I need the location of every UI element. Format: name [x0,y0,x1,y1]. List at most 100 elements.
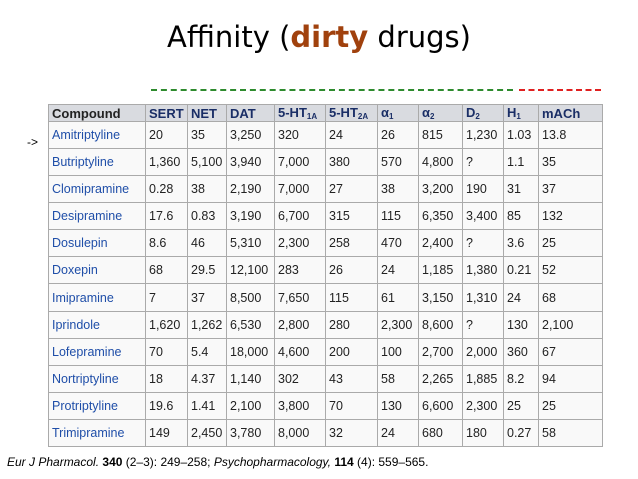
affinity-value: ? [462,148,504,177]
affinity-value: 200 [325,337,378,366]
affinity-value: 1,140 [226,364,275,393]
affinity-value: 4,600 [274,337,326,366]
affinity-value: 4.37 [187,364,227,393]
header-cell: mACh [538,104,603,122]
compound-link[interactable]: Lofepramine [48,337,146,366]
compound-link[interactable]: Desipramine [48,202,146,231]
affinity-value: 0.27 [503,418,539,448]
affinity-value: 7,000 [274,175,326,204]
affinity-value: 470 [377,229,419,258]
header-label: NET [191,105,217,121]
affinity-value: 1,310 [462,283,504,312]
journal-1: Eur J Pharmacol. [7,455,100,469]
volume-2: 114 [334,455,354,469]
compound-link[interactable]: Clomipramine [48,175,146,204]
affinity-value: 26 [325,256,378,285]
header-cell: DAT [226,104,275,122]
affinity-table: Compound SERT NET DAT 5-HT1A 5-HT2A α1 α2 D2 H1 mA… [48,104,603,448]
affinity-value: 6,700 [274,202,326,231]
header-label: Compound [52,105,121,121]
affinity-value: 67 [538,337,603,366]
green-dashed-marker [151,89,513,91]
affinity-value: ? [462,229,504,258]
table-row: Clomipramine 0.28 38 2,190 7,000 27 38 3,200 190… [48,175,603,204]
affinity-value: 6,600 [418,391,463,420]
affinity-value: 2,190 [226,175,275,204]
affinity-value: 24 [325,120,378,150]
table-row: Desipramine 17.6 0.83 3,190 6,700 315 115 6,350… [48,202,603,231]
affinity-value: 280 [325,310,378,339]
affinity-value: 320 [274,120,326,150]
affinity-value: 68 [538,283,603,312]
compound-link[interactable]: Dosulepin [48,229,146,258]
header-subscript: 1 [516,112,521,121]
compound-link[interactable]: Protriptyline [48,391,146,420]
header-cell: α2 [418,104,463,122]
table-header: Compound SERT NET DAT 5-HT1A 5-HT2A α1 α2 D2 H1 mA… [48,104,603,122]
affinity-value: 6,530 [226,310,275,339]
affinity-value: 149 [145,418,188,448]
affinity-value: 37 [538,175,603,204]
affinity-value: 0.83 [187,202,227,231]
affinity-value: 3.6 [503,229,539,258]
header-label: D [466,105,476,121]
row-arrow-pointer: -> [27,135,39,149]
affinity-value: 38 [377,175,419,204]
compound-link[interactable]: Butriptyline [48,148,146,177]
affinity-value: 24 [377,256,419,285]
affinity-value: 1.1 [503,148,539,177]
pages-2: (4): 559–565. [353,455,429,469]
header-cell: D2 [462,104,504,122]
affinity-value: 58 [377,364,419,393]
affinity-value: 2,100 [226,391,275,420]
compound-link[interactable]: Doxepin [48,256,146,285]
table-row: Protriptyline 19.6 1.41 2,100 3,800 70 130 6,60… [48,391,603,420]
affinity-value: 25 [538,229,603,258]
affinity-value: 32 [325,418,378,448]
affinity-value: 68 [145,256,188,285]
table-body: Amitriptyline 20 35 3,250 320 24 26 815 1,230 1.0… [48,120,603,448]
table-row: Butriptyline 1,360 5,100 3,940 7,000 380 570 4,… [48,148,603,177]
affinity-value: 2,400 [418,229,463,258]
affinity-value: 115 [377,202,419,231]
slide-title: Affinity (dirty drugs) [0,20,638,54]
header-cell: SERT [145,104,188,122]
affinity-value: 70 [325,391,378,420]
table-row: Lofepramine 70 5.4 18,000 4,600 200 100 2,700 2,… [48,337,603,366]
compound-link[interactable]: Nortriptyline [48,364,146,393]
header-label: 5-HT [329,105,358,121]
compound-link[interactable]: Amitriptyline [48,120,146,150]
affinity-value: 1.41 [187,391,227,420]
compound-link[interactable]: Iprindole [48,310,146,339]
affinity-value: 52 [538,256,603,285]
header-cell: α1 [377,104,419,122]
affinity-value: 8,000 [274,418,326,448]
affinity-value: 360 [503,337,539,366]
affinity-value: 0.28 [145,175,188,204]
affinity-value: 283 [274,256,326,285]
header-label: DAT [230,105,256,121]
affinity-value: 58 [538,418,603,448]
affinity-value: 815 [418,120,463,150]
affinity-value: 2,800 [274,310,326,339]
affinity-value: 6,350 [418,202,463,231]
affinity-value: 7,650 [274,283,326,312]
header-cell: Compound [48,104,146,122]
reference-citation: Eur J Pharmacol. 340 (2–3): 249–258; Psy… [7,455,428,469]
affinity-value: 8,600 [418,310,463,339]
header-label: H [507,105,517,121]
compound-link[interactable]: Imipramine [48,283,146,312]
compound-link[interactable]: Trimipramine [48,418,146,448]
affinity-value: 130 [377,391,419,420]
affinity-value: 35 [187,120,227,150]
header-subscript: 2 [430,112,435,121]
header-cell: 5-HT1A [274,104,326,122]
title-highlight: dirty [290,20,369,54]
header-label: mACh [542,105,581,121]
table-row: Dosulepin 8.6 46 5,310 2,300 258 470 2,400? 3.6 2… [48,229,603,258]
header-subscript: 2 [475,112,480,121]
affinity-value: 31 [503,175,539,204]
affinity-value: 5,310 [226,229,275,258]
affinity-value: 38 [187,175,227,204]
affinity-value: 12,100 [226,256,275,285]
